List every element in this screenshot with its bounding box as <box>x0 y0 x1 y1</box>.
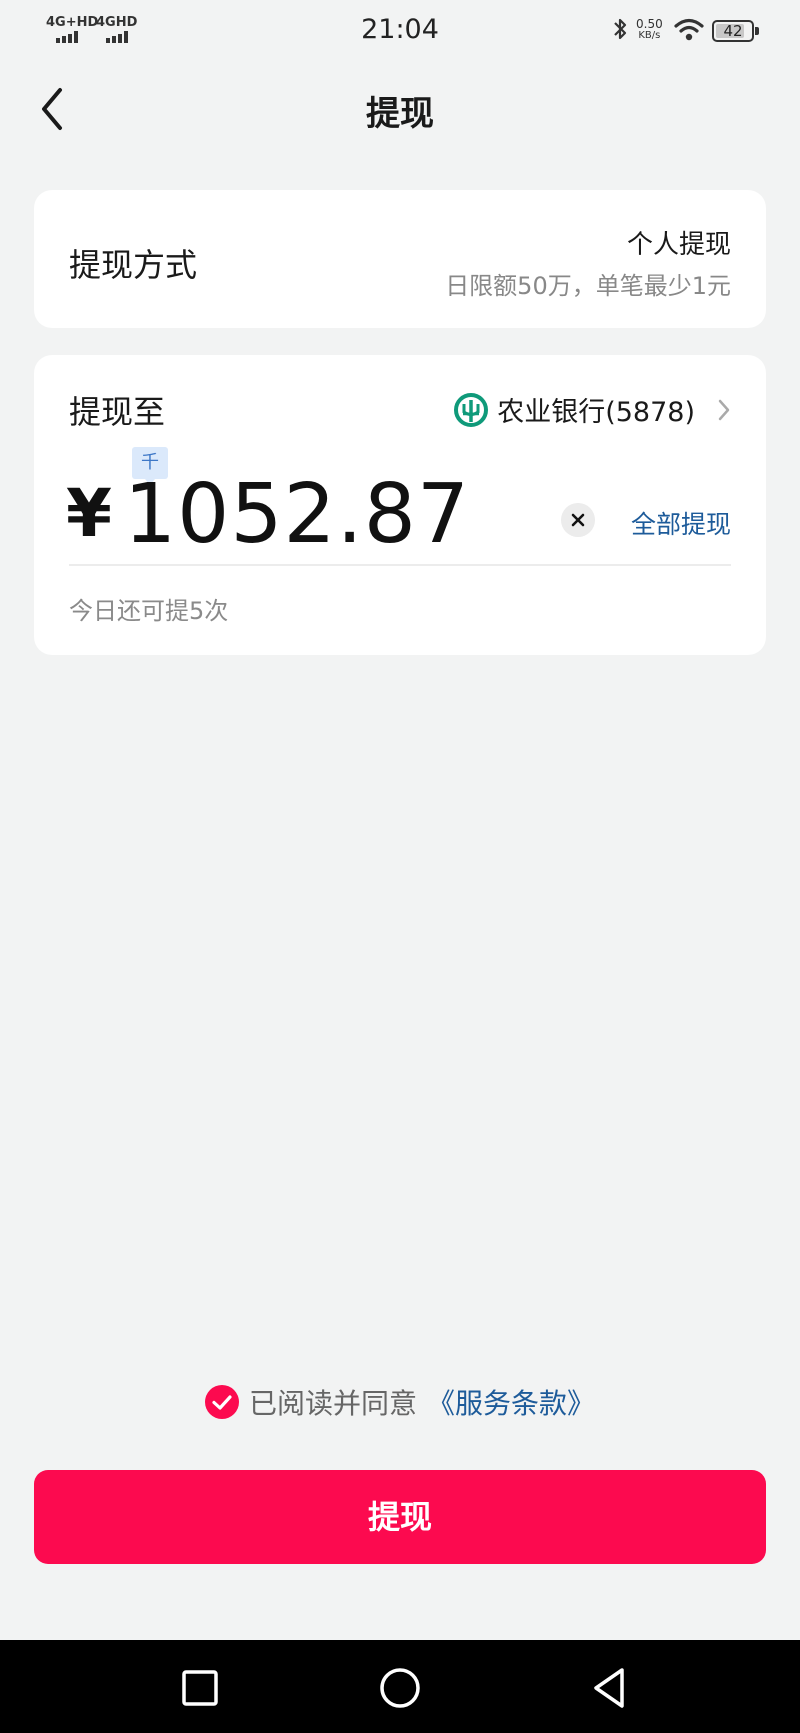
divider <box>69 564 731 566</box>
withdraw-method-card: 提现方式 个人提现 日限额50万，单笔最少1元 <box>34 190 766 328</box>
withdraw-all-button[interactable]: 全部提现 <box>631 505 731 541</box>
method-type: 个人提现 <box>626 230 731 260</box>
terms-link[interactable]: 《服务条款》 <box>427 1382 595 1422</box>
agreement-checkbox[interactable] <box>204 1385 239 1419</box>
remaining-times-text: 今日还可提5次 <box>69 597 229 625</box>
agreement-text: 已阅读并同意 <box>248 1387 417 1420</box>
clear-amount-button[interactable] <box>561 503 595 537</box>
bank-selector[interactable]: 农业银行(5878) <box>453 390 731 429</box>
chevron-right-icon <box>718 399 730 420</box>
home-button[interactable] <box>376 1664 424 1712</box>
recent-apps-button[interactable] <box>176 1664 224 1712</box>
bluetooth-icon <box>614 18 627 40</box>
currency-symbol: ¥ <box>66 475 112 552</box>
abc-bank-icon <box>454 392 489 427</box>
system-back-button[interactable] <box>586 1664 634 1712</box>
submit-withdraw-button[interactable]: 提现 <box>34 1470 766 1564</box>
system-nav-bar <box>0 1640 800 1733</box>
speed-unit: KB/s <box>638 30 661 41</box>
method-limit-text: 日限额50万，单笔最少1元 <box>445 272 731 300</box>
amount-input[interactable]: 1052.87 <box>124 467 470 562</box>
page-title: 提现 <box>366 94 434 134</box>
network-speed: 0.50 KB/s <box>636 18 663 42</box>
agreement-row: 已阅读并同意 《服务条款》 <box>0 1382 800 1422</box>
status-bar: 4G+HD 4GHD 21:04 0.50 KB/s 42 <box>0 0 800 60</box>
wifi-icon <box>674 18 704 41</box>
withdraw-to-label: 提现至 <box>69 393 166 431</box>
speed-value: 0.50 <box>636 17 663 31</box>
battery-indicator: 42 <box>712 20 759 42</box>
withdraw-card: 提现至 农业银行(5878) 千 ¥ 1052.87 全部提现 今日还可提5次 <box>34 355 766 655</box>
bank-name: 农业银行(5878) <box>497 397 695 428</box>
method-label: 提现方式 <box>69 246 198 284</box>
